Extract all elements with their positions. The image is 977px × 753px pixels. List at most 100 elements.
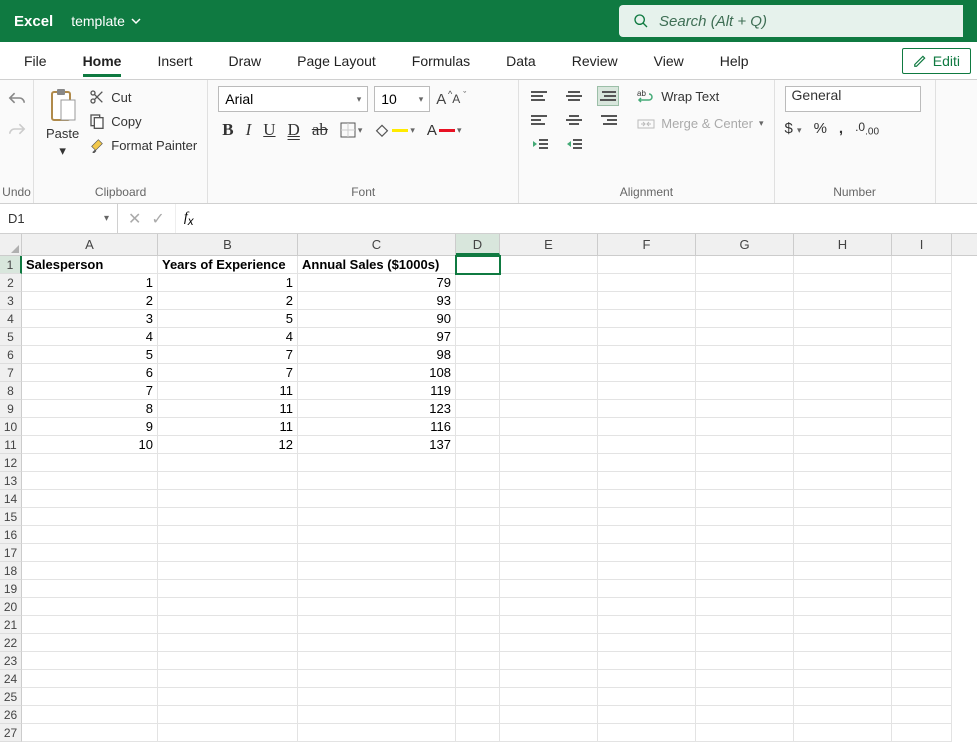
cell[interactable] [500, 490, 598, 508]
cell[interactable] [696, 274, 794, 292]
cell[interactable] [22, 688, 158, 706]
cell[interactable] [158, 634, 298, 652]
cell[interactable] [794, 508, 892, 526]
accounting-format-button[interactable]: $ ▾ [785, 120, 802, 137]
cell[interactable] [696, 472, 794, 490]
cell[interactable] [456, 580, 500, 598]
tab-data[interactable]: Data [488, 46, 554, 76]
cell[interactable] [794, 346, 892, 364]
cell[interactable]: 2 [158, 292, 298, 310]
cell[interactable] [298, 634, 456, 652]
row-header[interactable]: 16 [0, 526, 22, 544]
cell[interactable] [500, 526, 598, 544]
row-header[interactable]: 10 [0, 418, 22, 436]
copy-button[interactable]: Copy [89, 112, 197, 130]
redo-button[interactable] [7, 121, 27, 142]
cell[interactable] [794, 724, 892, 742]
cell[interactable] [500, 364, 598, 382]
cell[interactable] [456, 508, 500, 526]
cell[interactable] [892, 346, 952, 364]
row-header[interactable]: 3 [0, 292, 22, 310]
align-center-button[interactable] [563, 110, 585, 130]
cell[interactable]: 12 [158, 436, 298, 454]
cell[interactable] [456, 616, 500, 634]
cell[interactable] [456, 634, 500, 652]
percent-format-button[interactable]: % [814, 120, 827, 137]
cell[interactable] [500, 724, 598, 742]
bold-button[interactable]: B [222, 120, 233, 140]
cell[interactable] [598, 328, 696, 346]
cell[interactable] [500, 310, 598, 328]
cell[interactable] [794, 364, 892, 382]
cell[interactable] [696, 418, 794, 436]
align-left-button[interactable] [529, 110, 551, 130]
cell[interactable] [158, 616, 298, 634]
cell[interactable] [598, 454, 696, 472]
cell[interactable] [794, 310, 892, 328]
cell[interactable] [158, 652, 298, 670]
cell[interactable] [22, 562, 158, 580]
row-header[interactable]: 4 [0, 310, 22, 328]
tab-view[interactable]: View [636, 46, 702, 76]
cell[interactable] [598, 598, 696, 616]
cell[interactable]: 3 [22, 310, 158, 328]
cell[interactable] [22, 490, 158, 508]
cell[interactable] [794, 490, 892, 508]
cell[interactable] [456, 310, 500, 328]
cell[interactable] [892, 670, 952, 688]
tab-draw[interactable]: Draw [210, 46, 279, 76]
cell[interactable] [696, 526, 794, 544]
cell[interactable] [158, 526, 298, 544]
cell[interactable] [298, 652, 456, 670]
cell[interactable] [598, 274, 696, 292]
cell[interactable] [598, 544, 696, 562]
cell[interactable] [298, 526, 456, 544]
cell[interactable]: 7 [158, 346, 298, 364]
cell[interactable] [696, 346, 794, 364]
cell[interactable]: Annual Sales ($1000s) [298, 256, 456, 274]
column-header[interactable]: I [892, 234, 952, 255]
cell[interactable] [158, 472, 298, 490]
cell[interactable] [158, 562, 298, 580]
cell[interactable] [22, 652, 158, 670]
cell[interactable] [298, 490, 456, 508]
column-header[interactable]: H [794, 234, 892, 255]
cell[interactable] [298, 562, 456, 580]
cell[interactable] [500, 436, 598, 454]
cell[interactable] [22, 454, 158, 472]
cell[interactable] [598, 652, 696, 670]
cell[interactable] [794, 328, 892, 346]
row-header[interactable]: 19 [0, 580, 22, 598]
cell[interactable] [598, 472, 696, 490]
cell[interactable] [696, 382, 794, 400]
column-header[interactable]: F [598, 234, 696, 255]
cell[interactable] [500, 544, 598, 562]
row-header[interactable]: 14 [0, 490, 22, 508]
cell[interactable] [696, 580, 794, 598]
cell[interactable] [696, 724, 794, 742]
cell[interactable] [794, 472, 892, 490]
cell[interactable] [500, 400, 598, 418]
cell[interactable] [598, 688, 696, 706]
cell[interactable] [696, 634, 794, 652]
cell[interactable]: 4 [22, 328, 158, 346]
select-all-corner[interactable] [0, 234, 22, 255]
format-painter-button[interactable]: Format Painter [89, 136, 197, 154]
fx-icon[interactable]: fx [176, 210, 202, 228]
cell[interactable] [892, 364, 952, 382]
column-header[interactable]: B [158, 234, 298, 255]
name-box[interactable]: D1▾ [0, 204, 118, 233]
cell[interactable] [22, 472, 158, 490]
cell[interactable] [500, 292, 598, 310]
cell[interactable]: 11 [158, 382, 298, 400]
align-bottom-button[interactable] [597, 86, 619, 106]
row-header[interactable]: 25 [0, 688, 22, 706]
cell[interactable] [892, 454, 952, 472]
cell[interactable] [892, 634, 952, 652]
cell[interactable] [794, 544, 892, 562]
formula-input[interactable] [202, 211, 977, 226]
column-header[interactable]: E [500, 234, 598, 255]
underline-button[interactable]: U [263, 120, 275, 140]
tab-home[interactable]: Home [65, 46, 140, 76]
row-header[interactable]: 5 [0, 328, 22, 346]
